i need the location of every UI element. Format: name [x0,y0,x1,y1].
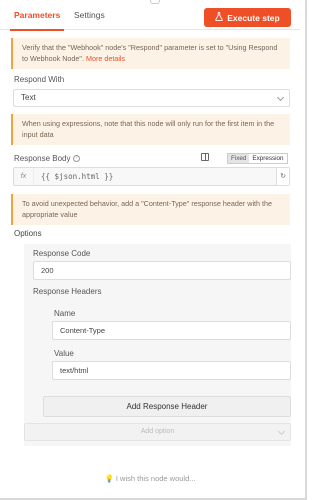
flask-icon [215,12,223,23]
expand-icon[interactable]: ↻ [276,168,289,185]
chevron-down-icon [277,427,286,436]
drag-handle-icon[interactable] [150,0,160,4]
lightbulb-icon: 💡 [104,474,114,483]
chevron-down-icon [276,93,285,102]
tab-parameters[interactable]: Parameters [9,0,65,31]
response-body-expression: {{ $json.html }} [41,172,114,181]
response-headers-label: Response Headers [33,287,102,296]
node-panel: Parameters Settings Execute step Verify … [0,0,307,500]
mode-fixed[interactable]: Fixed [228,154,250,163]
feedback-link[interactable]: 💡 I wish this node would... [0,474,300,483]
fx-icon: fx [14,168,34,185]
header-name-label: Name [54,309,76,318]
response-code-input[interactable]: 200 [33,261,291,280]
response-body-input[interactable]: fx {{ $json.html }} ↻ [13,167,290,186]
feedback-label: I wish this node would... [115,474,196,483]
header-value-input[interactable]: text/html [52,361,291,380]
tab-settings[interactable]: Settings [74,0,105,30]
respond-with-label: Respond With [14,75,65,84]
header-value-label: Value [54,349,74,358]
respond-with-select[interactable]: Text [13,89,290,107]
add-option-label: Add option [140,428,175,435]
content-type-notice: To avoid unexpected behavior, add a "Con… [11,194,290,225]
options-label: Options [14,229,42,238]
response-body-label: Response Body ? [14,154,80,163]
expression-notice: When using expressions, note that this n… [11,114,290,145]
execute-step-button[interactable]: Execute step [204,8,291,27]
response-body-label-text: Response Body [14,154,71,163]
mode-expression[interactable]: Expression [249,154,287,163]
header-name-input[interactable]: Content-Type [52,321,291,340]
respond-notice-text: Verify that the "Webhook" node's "Respon… [22,43,278,63]
respond-notice: Verify that the "Webhook" node's "Respon… [11,38,290,69]
execute-step-label: Execute step [227,12,280,23]
add-response-header-button[interactable]: Add Response Header [43,396,291,417]
respond-with-value: Text [21,93,36,102]
help-icon[interactable]: ? [72,155,80,163]
response-code-label: Response Code [33,249,91,258]
panel-toggle-icon[interactable] [201,153,209,161]
panel-header: Parameters Settings Execute step [0,0,300,31]
mode-toggle: Fixed Expression [227,153,288,164]
more-details-link[interactable]: More details [86,54,125,63]
add-option-select[interactable]: Add option [24,423,291,441]
